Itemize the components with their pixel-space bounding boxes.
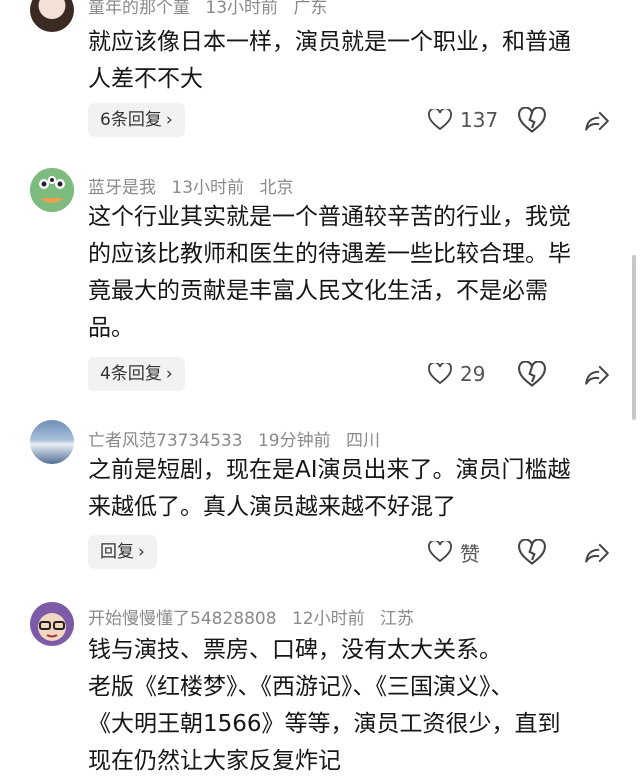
- avatar[interactable]: [30, 0, 74, 32]
- comment-line: 来越低了。真人演员越来越不好混了: [88, 494, 456, 520]
- reply-label: 6条回复: [100, 110, 162, 130]
- chevron-right-icon: ›: [165, 364, 173, 384]
- comment-meta: 亡者风范73734533 19分钟前 四川: [88, 426, 390, 451]
- comment-location: 广东: [293, 0, 328, 18]
- comment-line: 《大明王朝1566》等等，演员工资很少，直到: [88, 711, 561, 737]
- like-button[interactable]: 29: [428, 357, 485, 391]
- comment-time: 13小时前: [205, 0, 279, 18]
- dislike-heart-icon[interactable]: [518, 361, 546, 389]
- comment-line: 钱与演技、票房、口碑，没有太大关系。: [88, 637, 502, 663]
- dislike-heart-icon[interactable]: [518, 107, 546, 135]
- comment-line: 之前是短剧，现在是AI演员出来了。演员门槛越: [88, 457, 571, 483]
- comment-time: 19分钟前: [257, 431, 331, 451]
- comment-line: 品。: [88, 315, 134, 341]
- chevron-right-icon: ›: [138, 542, 145, 562]
- monster-avatar-icon: [30, 168, 74, 212]
- view-replies-button[interactable]: 6条回复 ›: [88, 103, 185, 137]
- reply-label: 4条回复: [100, 364, 162, 384]
- heart-icon: [428, 363, 452, 385]
- comment-text: 之前是短剧，现在是AI演员出来了。演员门槛越 来越低了。真人演员越来越不好混了: [88, 452, 618, 526]
- comment-text: 钱与演技、票房、口碑，没有太大关系。 老版《红楼梦》、《西游记》、《三国演义》、…: [88, 632, 618, 780]
- reply-label: 回复: [100, 542, 134, 562]
- comment-location: 江苏: [379, 609, 414, 629]
- heart-icon: [428, 541, 452, 563]
- like-count: 137: [460, 108, 499, 132]
- dislike-heart-icon[interactable]: [518, 539, 546, 567]
- like-label: 赞: [460, 541, 480, 566]
- comment-line: 的应该比教师和医生的待遇差一些比较合理。毕: [88, 241, 571, 267]
- cartoon-face-avatar-icon: [30, 602, 74, 646]
- comment-line: 老版《红楼梦》、《西游记》、《三国演义》、: [88, 674, 514, 700]
- comment-text: 这个行业其实就是一个普通较辛苦的行业，我觉 的应该比教师和医生的待遇差一些比较合…: [88, 199, 618, 347]
- comment-location: 四川: [345, 431, 380, 451]
- comment-time: 13小时前: [171, 178, 245, 198]
- share-icon[interactable]: [584, 540, 610, 566]
- username[interactable]: 蓝牙是我: [88, 178, 156, 198]
- chevron-right-icon: ›: [165, 110, 173, 130]
- reply-button[interactable]: 回复 ›: [88, 535, 157, 569]
- avatar[interactable]: [30, 420, 74, 464]
- comment-meta: 开始慢慢懂了54828808 12小时前 江苏: [88, 604, 424, 629]
- username[interactable]: 亡者风范73734533: [88, 431, 243, 451]
- comment-meta: 蓝牙是我 13小时前 北京: [88, 173, 303, 198]
- comment-location: 北京: [259, 178, 294, 198]
- scrollbar[interactable]: [632, 255, 636, 420]
- comment-meta: 童年的那个童 13小时前 广东: [88, 0, 337, 18]
- share-icon[interactable]: [584, 108, 610, 134]
- comment-line: 竟最大的贡献是丰富人民文化生活，不是必需: [88, 278, 548, 304]
- avatar[interactable]: [30, 602, 74, 646]
- username[interactable]: 童年的那个童: [88, 0, 190, 18]
- comment-line: 人差不不大: [88, 66, 203, 92]
- comment-line: 这个行业其实就是一个普通较辛苦的行业，我觉: [88, 204, 571, 230]
- avatar[interactable]: [30, 168, 74, 212]
- like-button[interactable]: 137: [428, 103, 498, 137]
- like-button[interactable]: 赞: [428, 535, 480, 569]
- comment-text: 就应该像日本一样，演员就是一个职业，和普通 人差不不大: [88, 24, 618, 98]
- username[interactable]: 开始慢慢懂了54828808: [88, 609, 277, 629]
- comment-time: 12小时前: [291, 609, 365, 629]
- like-count: 29: [460, 362, 486, 386]
- heart-icon: [428, 109, 452, 131]
- view-replies-button[interactable]: 4条回复 ›: [88, 357, 185, 391]
- comment-line: 就应该像日本一样，演员就是一个职业，和普通: [88, 29, 571, 55]
- share-icon[interactable]: [584, 362, 610, 388]
